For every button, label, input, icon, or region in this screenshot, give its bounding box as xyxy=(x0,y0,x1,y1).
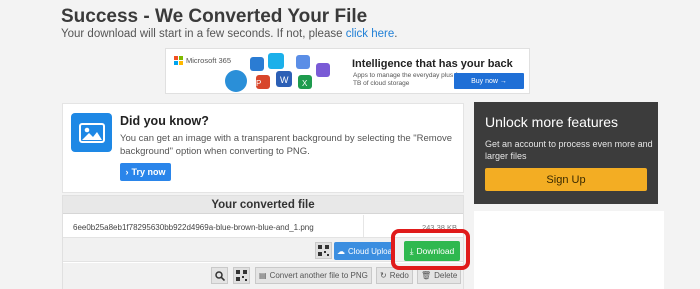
download-label: Download xyxy=(416,246,455,256)
download-button[interactable]: ⤓ Download xyxy=(404,241,460,261)
download-notice: Your download will start in a few second… xyxy=(61,28,397,40)
qr-code-button[interactable] xyxy=(315,242,332,259)
search-icon xyxy=(214,270,225,281)
click-here-link[interactable]: click here xyxy=(346,28,395,40)
ad-headline: Intelligence that has your back xyxy=(352,58,513,70)
svg-text:X: X xyxy=(302,79,308,88)
try-now-label: Try now xyxy=(131,167,166,177)
download-icon: ⤓ xyxy=(409,245,414,256)
cloud-upload-icon: ☁ xyxy=(337,246,345,256)
file-row-divider xyxy=(363,215,364,237)
ad-banner[interactable]: Microsoft 365 P W X Intelligence that ha… xyxy=(165,48,530,94)
convert-another-button[interactable]: ▤ Convert another file to PNG xyxy=(255,267,372,284)
office-apps-art-icon: P W X xyxy=(225,53,330,92)
file-icon: ▤ xyxy=(259,271,267,280)
try-now-button[interactable]: › Try now xyxy=(120,163,171,181)
file-name: 6ee0b25a8eb1f78295630bb922d4969a-blue-br… xyxy=(73,223,314,232)
ad-body: Apps to manage the everyday plus 1 TB of… xyxy=(353,72,459,87)
redo-label: Redo xyxy=(389,271,409,280)
image-icon xyxy=(71,113,112,152)
sign-up-button[interactable]: Sign Up xyxy=(485,168,647,191)
tip-title: Did you know? xyxy=(120,114,209,128)
chevron-right-icon: › xyxy=(125,167,129,177)
tools-qr-code-button[interactable] xyxy=(233,267,250,284)
cloud-upload-button[interactable]: ☁ Cloud Upload xyxy=(334,242,394,260)
converted-file-header: Your converted file xyxy=(63,196,463,214)
ad-buy-now-button[interactable]: Buy now → xyxy=(454,73,524,89)
tip-text: You can get an image with a transparent … xyxy=(120,133,453,157)
svg-text:P: P xyxy=(256,79,261,88)
redo-icon: ↻ xyxy=(380,271,387,280)
qr-code-icon xyxy=(236,270,247,281)
page-title: Success - We Converted Your File xyxy=(61,6,368,27)
microsoft-logo-icon xyxy=(174,56,183,65)
cloud-upload-label: Cloud Upload xyxy=(348,246,394,256)
convert-another-label: Convert another file to PNG xyxy=(269,271,368,280)
download-notice-text: Your download will start in a few second… xyxy=(61,28,346,40)
unlock-text: Get an account to process even more and … xyxy=(485,139,653,161)
qr-code-icon xyxy=(318,245,329,256)
sidebar-blank-panel xyxy=(474,211,664,289)
unlock-features-card: Unlock more features Get an account to p… xyxy=(474,102,658,204)
svg-text:W: W xyxy=(280,75,289,85)
download-notice-end: . xyxy=(394,28,398,40)
unlock-title: Unlock more features xyxy=(485,114,619,130)
trash-icon: 🗑 xyxy=(421,271,432,280)
delete-label: Delete xyxy=(434,271,458,280)
preview-button[interactable] xyxy=(211,267,228,284)
did-you-know-card: Did you know? You can get an image with … xyxy=(62,103,464,193)
